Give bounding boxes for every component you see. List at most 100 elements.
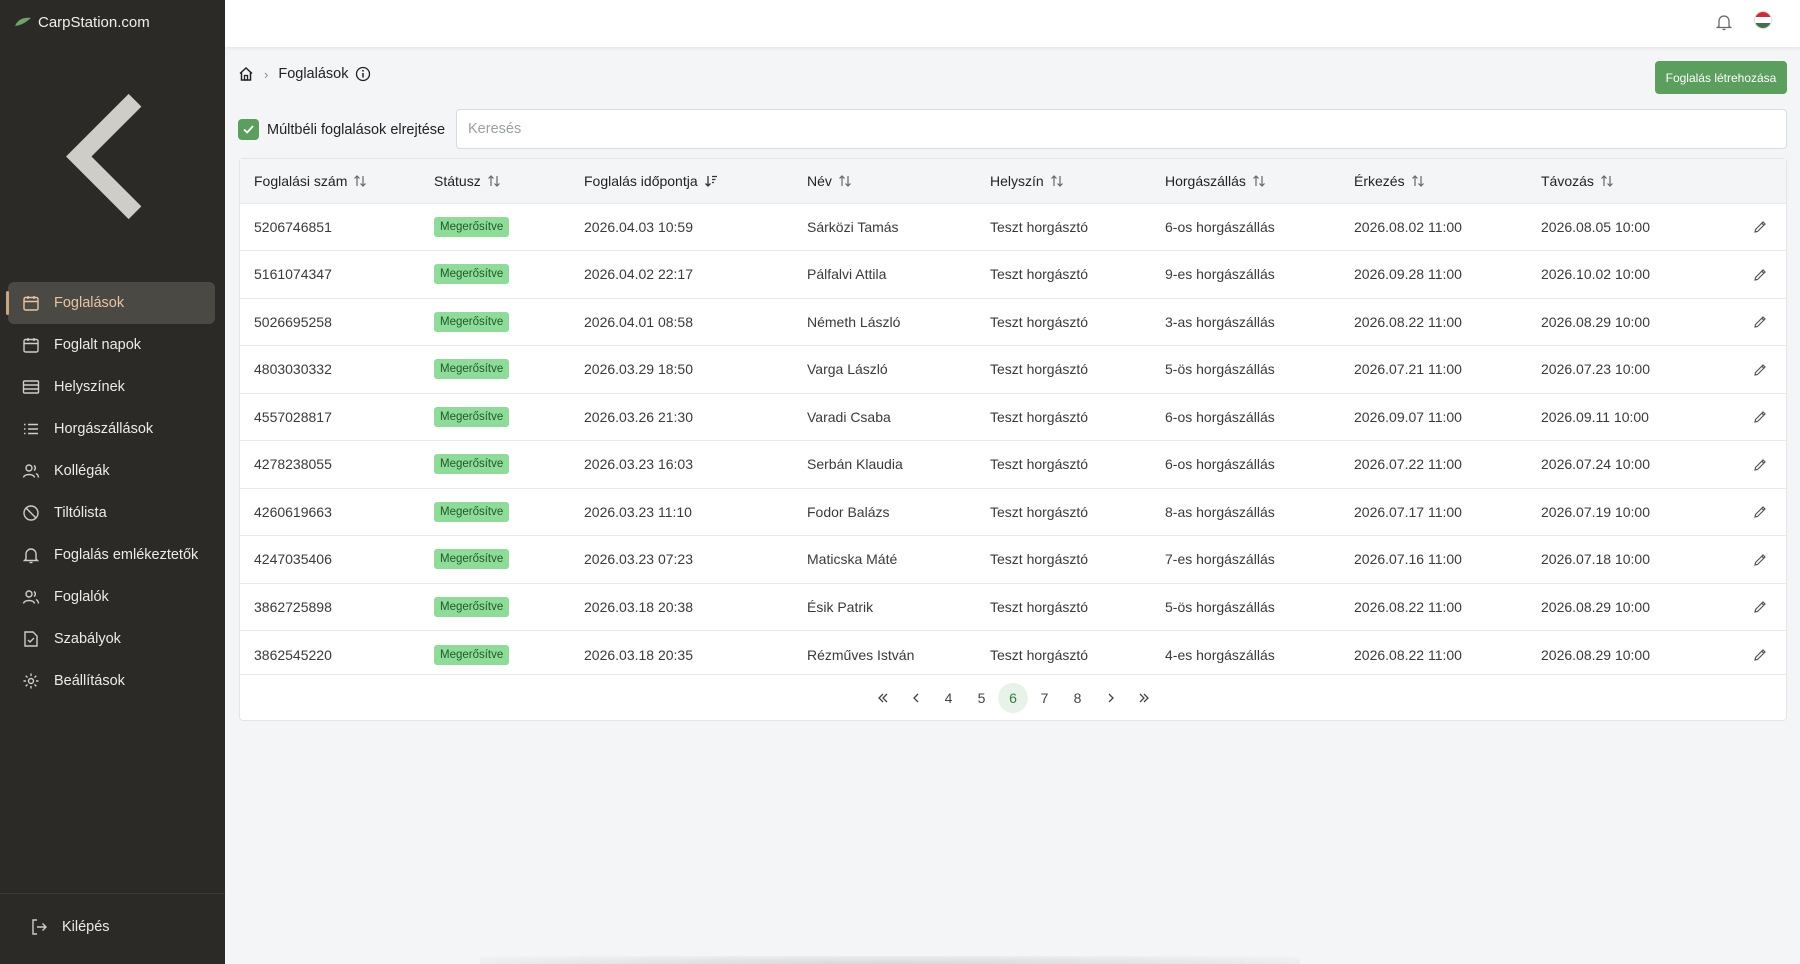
edit-pencil-icon[interactable] xyxy=(1752,504,1768,520)
column-header-departure[interactable]: Távozás xyxy=(1541,159,1734,203)
hide-past-checkbox[interactable] xyxy=(238,119,259,140)
column-header-booking-number[interactable]: Foglalási szám xyxy=(240,159,434,203)
table-row[interactable]: 3862545220 Megerősítve 2026.03.18 20:35 Réz… xyxy=(240,630,1786,679)
hide-past-filter[interactable]: Múltbéli foglalások elrejtése xyxy=(238,119,445,140)
table-row[interactable]: 5206746851 Megerősítve 2026.04.03 10:59 Sár… xyxy=(240,203,1786,251)
name-cell: Rézműves István xyxy=(807,646,915,663)
search-input[interactable] xyxy=(456,109,1787,149)
column-header-arrival[interactable]: Érkezés xyxy=(1354,159,1541,203)
collapse-sidebar-icon[interactable] xyxy=(0,44,225,269)
table-row[interactable]: 4260619663 Megerősítve 2026.03.23 11:10 Fod… xyxy=(240,488,1786,536)
column-header-fishing-spot[interactable]: Horgászállás xyxy=(1165,159,1354,203)
page-button[interactable]: 7 xyxy=(1028,683,1061,713)
sort-desc-icon[interactable] xyxy=(704,174,718,188)
table-row[interactable]: 4803030332 Megerősítve 2026.03.29 18:50 Var… xyxy=(240,345,1786,394)
table-row[interactable]: 4557028817 Megerősítve 2026.03.26 21:30 Var… xyxy=(240,393,1786,441)
double-chevron-right-icon xyxy=(1139,693,1149,702)
edit-pencil-icon[interactable] xyxy=(1752,409,1768,425)
sidebar-item-label: Foglalások xyxy=(54,295,125,311)
location-cell: Teszt horgásztó xyxy=(990,313,1089,330)
page-button[interactable]: 5 xyxy=(965,683,998,713)
booking-number-cell: 4803030332 xyxy=(254,361,332,378)
sort-icon[interactable] xyxy=(353,174,367,188)
sidebar-item-tiltolista[interactable]: Tiltólista xyxy=(8,492,215,534)
home-icon[interactable] xyxy=(238,66,254,82)
current-page-button[interactable]: 6 xyxy=(998,682,1028,713)
name-cell: Varadi Csaba xyxy=(807,408,891,425)
sidebar-divider xyxy=(0,893,225,894)
hungarian-flag-icon[interactable] xyxy=(1754,11,1772,29)
column-header-location[interactable]: Helyszín xyxy=(990,159,1165,203)
sidebar-item-foglalasok[interactable]: Foglalások xyxy=(6,282,215,324)
brand[interactable]: CarpStation.com xyxy=(0,0,225,44)
actions-cell xyxy=(1734,203,1786,251)
notification-bell-icon[interactable] xyxy=(1715,13,1733,31)
first-page-button[interactable] xyxy=(866,683,899,713)
departure-cell: 2026.08.29 10:00 xyxy=(1541,598,1650,615)
sidebar-item-helyszinek[interactable]: Helyszínek xyxy=(8,366,215,408)
table-row[interactable]: 5161074347 Megerősítve 2026.04.02 22:17 Pál… xyxy=(240,250,1786,299)
page-button[interactable]: 8 xyxy=(1061,683,1094,713)
arrival-cell: 2026.08.02 11:00 xyxy=(1354,218,1462,235)
sidebar-item-foglalt-napok[interactable]: Foglalt napok xyxy=(8,324,215,366)
column-header-booking-time[interactable]: Foglalás időpontja xyxy=(584,159,807,203)
name-cell: Németh László xyxy=(807,313,901,330)
next-page-button[interactable] xyxy=(1094,683,1127,713)
sidebar-item-foglalok[interactable]: Foglalók xyxy=(8,576,215,618)
edit-pencil-icon[interactable] xyxy=(1752,219,1768,235)
column-header-status[interactable]: Státusz xyxy=(434,159,584,203)
booking-time-cell: 2026.03.29 18:50 xyxy=(584,361,693,378)
chevron-right-icon xyxy=(1108,693,1114,702)
sidebar-item-beallitasok[interactable]: Beállítások xyxy=(8,660,215,702)
column-header-label: Horgászállás xyxy=(1165,172,1246,189)
edit-pencil-icon[interactable] xyxy=(1752,362,1768,378)
booking-time-cell: 2026.03.26 21:30 xyxy=(584,408,693,425)
actions-cell xyxy=(1734,583,1786,631)
sidebar-item-kollegak[interactable]: Kollégák xyxy=(8,450,215,492)
fishing-spot-cell: 5-ös horgászállás xyxy=(1165,361,1275,378)
pagination: 4 5 6 7 8 xyxy=(240,674,1786,720)
sort-icon[interactable] xyxy=(838,174,852,188)
status-cell: Megerősítve xyxy=(434,583,584,631)
edit-pencil-icon[interactable] xyxy=(1752,314,1768,330)
table-row[interactable]: 4278238055 Megerősítve 2026.03.23 16:03 Ser… xyxy=(240,440,1786,489)
edit-pencil-icon[interactable] xyxy=(1752,552,1768,568)
info-icon[interactable] xyxy=(355,66,371,82)
column-header-name[interactable]: Név xyxy=(807,159,990,203)
create-booking-button[interactable]: Foglalás létrehozása xyxy=(1655,61,1787,94)
sort-icon[interactable] xyxy=(1411,174,1425,188)
previous-page-button[interactable] xyxy=(899,683,932,713)
sort-icon[interactable] xyxy=(1050,174,1064,188)
departure-cell: 2026.07.23 10:00 xyxy=(1541,361,1650,378)
location-cell: Teszt horgásztó xyxy=(990,646,1089,663)
status-badge: Megerősítve xyxy=(434,454,510,475)
booking-time-cell: 2026.04.03 10:59 xyxy=(584,218,693,235)
double-chevron-left-icon xyxy=(877,693,887,702)
sort-icon[interactable] xyxy=(487,174,501,188)
edit-pencil-icon[interactable] xyxy=(1752,647,1768,663)
last-page-button[interactable] xyxy=(1127,683,1160,713)
arrival-cell: 2026.07.16 11:00 xyxy=(1354,551,1462,568)
edit-pencil-icon[interactable] xyxy=(1752,599,1768,615)
sort-icon[interactable] xyxy=(1600,174,1614,188)
sidebar-item-label: Szabályok xyxy=(54,631,121,647)
page-button[interactable]: 4 xyxy=(932,683,965,713)
edit-pencil-icon[interactable] xyxy=(1752,457,1768,473)
name-cell: Sárközi Tamás xyxy=(807,218,899,235)
departure-cell: 2026.08.05 10:00 xyxy=(1541,218,1650,235)
sort-icon[interactable] xyxy=(1252,174,1266,188)
sidebar-item-szabalyok[interactable]: Szabályok xyxy=(8,618,215,660)
table-row[interactable]: 4247035406 Megerősítve 2026.03.23 07:23 Mat… xyxy=(240,535,1786,584)
edit-pencil-icon[interactable] xyxy=(1752,267,1768,283)
column-header-label: Név xyxy=(807,172,832,189)
booking-time-cell: 2026.03.23 11:10 xyxy=(584,503,692,520)
sidebar-item-foglalas-emlekeztetok[interactable]: Foglalás emlékeztetők xyxy=(8,534,215,576)
table-row[interactable]: 3862725898 Megerősítve 2026.03.18 20:38 Ési… xyxy=(240,583,1786,631)
logout-button[interactable]: Kilépés xyxy=(16,906,205,948)
column-header-label: Foglalási szám xyxy=(254,172,348,189)
sidebar-item-horgaszallasok[interactable]: Horgászállások xyxy=(8,408,215,450)
table-row[interactable]: 5026695258 Megerősítve 2026.04.01 08:58 Ném… xyxy=(240,298,1786,346)
booking-time-cell: 2026.03.18 20:38 xyxy=(584,598,693,615)
name-cell: Varga László xyxy=(807,361,888,378)
arrival-cell: 2026.07.22 11:00 xyxy=(1354,456,1462,473)
